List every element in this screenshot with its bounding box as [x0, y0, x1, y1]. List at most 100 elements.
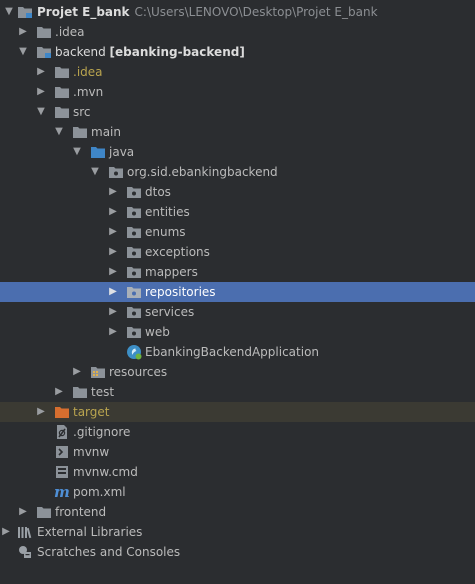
folder-icon: [36, 505, 52, 519]
chevron-right-icon[interactable]: ▶: [107, 182, 119, 202]
tree-item-mvnw[interactable]: mvnw: [0, 442, 475, 462]
tree-item-backend-idea[interactable]: ▶ .idea: [0, 62, 475, 82]
tree-item-label: target: [73, 405, 110, 419]
tree-item-label: test: [91, 385, 115, 399]
folder-icon: [54, 65, 70, 79]
module-tag: [ebanking-backend]: [109, 45, 245, 59]
chevron-right-icon[interactable]: ▶: [107, 222, 119, 242]
chevron-down-icon[interactable]: ▼: [35, 102, 47, 122]
spring-boot-class-icon: [126, 344, 142, 360]
chevron-right-icon[interactable]: ▶: [35, 402, 47, 422]
tree-item-label: services: [145, 305, 195, 319]
chevron-right-icon[interactable]: ▶: [71, 362, 83, 382]
tree-item-gitignore[interactable]: .gitignore: [0, 422, 475, 442]
tree-item-mvnw-cmd[interactable]: mvnw.cmd: [0, 462, 475, 482]
tree-item-package-web[interactable]: ▶ web: [0, 322, 475, 342]
chevron-right-icon[interactable]: ▶: [107, 282, 119, 302]
tree-item-label: org.sid.ebankingbackend: [127, 165, 278, 179]
tree-item-main[interactable]: ▼ main: [0, 122, 475, 142]
excluded-folder-icon: [54, 405, 70, 419]
package-icon: [108, 165, 124, 179]
tree-item-label: repositories: [145, 285, 216, 299]
batch-file-icon: [54, 464, 70, 478]
chevron-right-icon[interactable]: ▶: [53, 382, 65, 402]
package-icon: [126, 305, 142, 319]
folder-icon: [72, 125, 88, 139]
tree-item-label: pom.xml: [73, 485, 126, 499]
chevron-down-icon[interactable]: ▼: [17, 42, 29, 62]
tree-item-label: frontend: [55, 505, 107, 519]
module-folder-icon: [36, 45, 52, 59]
chevron-down-icon[interactable]: ▼: [71, 142, 83, 162]
chevron-down-icon[interactable]: ▼: [3, 2, 15, 22]
tree-item-label: resources: [109, 365, 168, 379]
project-folder-icon: [17, 5, 33, 19]
shell-script-icon: [54, 444, 70, 458]
tree-item-mvn[interactable]: ▶ .mvn: [0, 82, 475, 102]
tree-item-backend[interactable]: ▼ backend [ebanking-backend]: [0, 42, 475, 62]
chevron-down-icon[interactable]: ▼: [53, 122, 65, 142]
tree-item-resources[interactable]: ▶ resources: [0, 362, 475, 382]
tree-item-label: entities: [145, 205, 190, 219]
chevron-right-icon[interactable]: ▶: [107, 302, 119, 322]
package-icon: [126, 265, 142, 279]
chevron-right-icon[interactable]: ▶: [107, 242, 119, 262]
tree-item-external-libraries[interactable]: ▶ External Libraries: [0, 522, 475, 542]
chevron-right-icon[interactable]: ▶: [17, 502, 29, 522]
folder-icon: [36, 25, 52, 39]
chevron-right-icon[interactable]: ▶: [107, 202, 119, 222]
package-icon: [126, 225, 142, 239]
chevron-right-icon[interactable]: ▶: [0, 522, 12, 542]
scratches-icon: [17, 544, 33, 558]
chevron-down-icon[interactable]: ▼: [89, 162, 101, 182]
package-icon: [126, 285, 142, 299]
maven-icon: m: [54, 483, 70, 501]
tree-item-frontend[interactable]: ▶ frontend: [0, 502, 475, 522]
tree-item-project-root[interactable]: ▼ Projet E_bank C:\Users\LENOVO\Desktop\P…: [0, 2, 475, 22]
tree-item-pom[interactable]: m pom.xml: [0, 482, 475, 502]
tree-item-package-dtos[interactable]: ▶ dtos: [0, 182, 475, 202]
tree-item-label: .idea: [73, 65, 103, 79]
tree-item-label: java: [109, 145, 135, 159]
tree-item-package-enums[interactable]: ▶ enums: [0, 222, 475, 242]
tree-item-package-entities[interactable]: ▶ entities: [0, 202, 475, 222]
chevron-right-icon[interactable]: ▶: [35, 62, 47, 82]
tree-item-java[interactable]: ▼ java: [0, 142, 475, 162]
chevron-right-icon[interactable]: ▶: [17, 22, 29, 42]
tree-item-test[interactable]: ▶ test: [0, 382, 475, 402]
tree-item-label: .gitignore: [73, 425, 131, 439]
chevron-right-icon[interactable]: ▶: [107, 262, 119, 282]
tree-item-label: Scratches and Consoles: [37, 545, 181, 559]
project-name: Projet E_bank: [37, 5, 130, 19]
module-name: backend: [55, 45, 106, 59]
tree-item-package-root[interactable]: ▼ org.sid.ebankingbackend: [0, 162, 475, 182]
tree-item-src[interactable]: ▼ src: [0, 102, 475, 122]
tree-item-package-repositories[interactable]: ▶ repositories: [0, 282, 475, 302]
tree-item-label: dtos: [145, 185, 171, 199]
folder-icon: [72, 385, 88, 399]
tree-item-label: enums: [145, 225, 186, 239]
package-icon: [126, 185, 142, 199]
source-folder-icon: [90, 145, 106, 159]
tree-item-app-class[interactable]: EbankingBackendApplication: [0, 342, 475, 362]
package-icon: [126, 205, 142, 219]
tree-item-label: .mvn: [73, 85, 104, 99]
tree-item-label: web: [145, 325, 170, 339]
tree-item-label: mvnw: [73, 445, 110, 459]
tree-item-package-services[interactable]: ▶ services: [0, 302, 475, 322]
chevron-right-icon[interactable]: ▶: [35, 82, 47, 102]
libraries-icon: [17, 525, 33, 539]
tree-item-label: EbankingBackendApplication: [145, 345, 320, 359]
tree-item-label: main: [91, 125, 121, 139]
package-icon: [126, 325, 142, 339]
tree-item-label: mvnw.cmd: [73, 465, 138, 479]
tree-item-scratches[interactable]: Scratches and Consoles: [0, 542, 475, 562]
chevron-right-icon[interactable]: ▶: [107, 322, 119, 342]
tree-item-idea-root[interactable]: ▶ .idea: [0, 22, 475, 42]
tree-item-label: mappers: [145, 265, 198, 279]
ignore-file-icon: [54, 424, 70, 439]
tree-item-package-mappers[interactable]: ▶ mappers: [0, 262, 475, 282]
folder-icon: [54, 105, 70, 119]
tree-item-target[interactable]: ▶ target: [0, 402, 475, 422]
tree-item-package-exceptions[interactable]: ▶ exceptions: [0, 242, 475, 262]
